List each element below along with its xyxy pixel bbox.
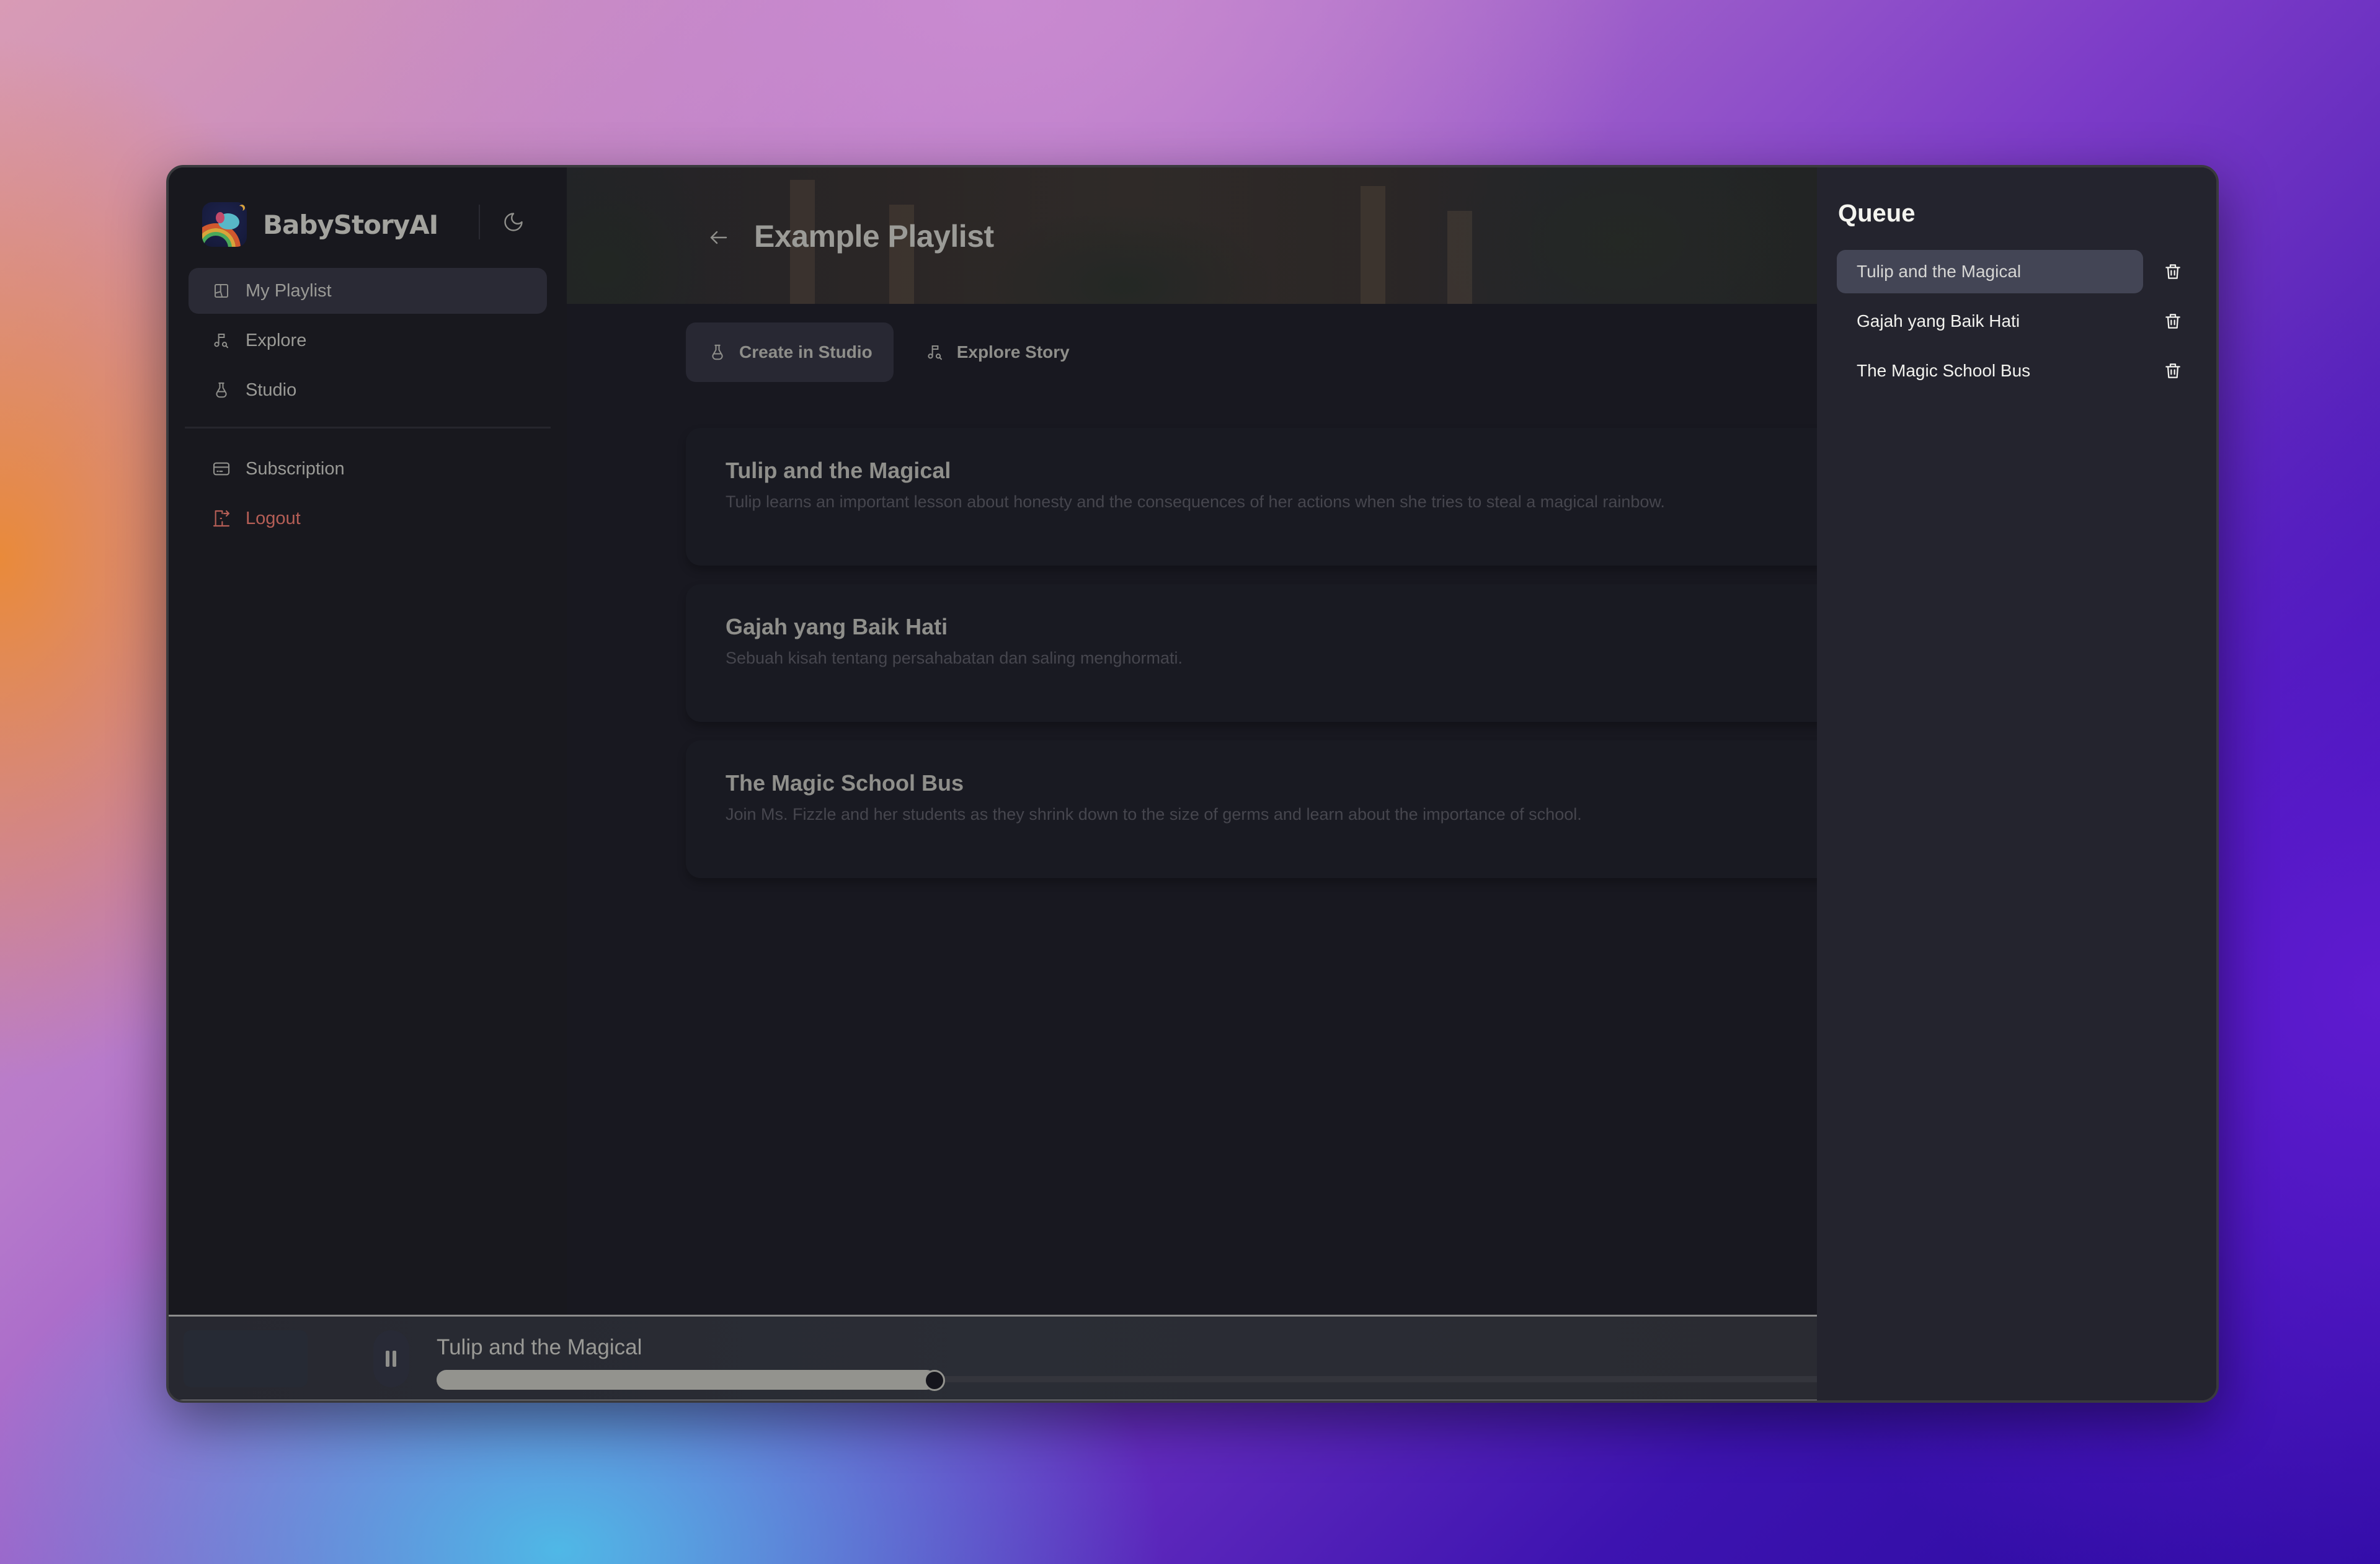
story-title: Gajah yang Baik Hati [726,613,948,639]
trash-icon [2165,363,2180,378]
sidebar-item-subscription[interactable]: Subscription [189,446,547,492]
sidebar-item-label: Subscription [246,458,345,479]
main-content: Example Playlist Create in Studio Explor… [567,167,1864,1315]
pause-button[interactable] [373,1330,409,1387]
story-title: The Magic School Bus [726,770,964,796]
story-description: Join Ms. Fizzle and her students as they… [726,804,1582,824]
queue-item-label[interactable]: Gajah yang Baik Hati [1837,300,2143,343]
brand-divider [479,205,480,239]
queue-item-label[interactable]: Tulip and the Magical [1837,250,2143,293]
brand[interactable]: BabyStoryAI [202,200,438,249]
brand-name: BabyStoryAI [263,209,438,240]
queue-panel: Queue Tulip and the Magical Gajah yang B… [1817,167,2216,1400]
story-card[interactable]: The Magic School Bus Join Ms. Fizzle and… [686,740,1864,878]
sidebar-divider [185,427,551,429]
queue-item: Tulip and the Magical [1837,249,2196,294]
credit-card-icon [211,458,232,479]
sidebar-item-logout[interactable]: Logout [189,495,547,541]
queue-item: The Magic School Bus [1837,349,2196,393]
create-in-studio-label: Create in Studio [739,342,873,362]
arrow-left-icon [710,231,727,244]
queue-list: Tulip and the Magical Gajah yang Baik Ha… [1837,249,2196,398]
queue-title: Queue [1838,200,1916,227]
playlist-banner: Example Playlist [567,167,1817,304]
logout-door-icon [211,508,232,529]
story-card[interactable]: Gajah yang Baik Hati Sebuah kisah tentan… [686,584,1864,722]
queue-item-label[interactable]: The Magic School Bus [1837,349,2143,393]
sidebar-item-label: Logout [246,508,301,528]
sidebar: BabyStoryAI My Playlist Explore Studio S… [169,167,567,1400]
flask-icon [707,342,728,363]
music-search-icon [211,330,232,351]
music-search-icon [925,342,946,363]
trash-icon [2165,314,2180,329]
queue-item: Gajah yang Baik Hati [1837,299,2196,344]
flask-icon [211,380,232,401]
sidebar-item-my-playlist[interactable]: My Playlist [189,268,547,314]
delete-queue-item-button[interactable] [2160,259,2185,284]
delete-queue-item-button[interactable] [2160,358,2185,383]
pause-icon [386,1351,396,1367]
audio-player: Tulip and the Magical [169,1315,1826,1400]
story-title: Tulip and the Magical [726,457,951,483]
delete-queue-item-button[interactable] [2160,309,2185,334]
sidebar-item-studio[interactable]: Studio [189,367,547,413]
create-in-studio-button[interactable]: Create in Studio [686,322,894,382]
explore-story-button[interactable]: Explore Story [904,322,1091,382]
sidebar-item-label: Explore [246,330,307,350]
now-playing-title: Tulip and the Magical [437,1335,642,1359]
explore-story-label: Explore Story [956,342,1070,362]
story-list: Tulip and the Magical Tulip learns an im… [686,428,1864,897]
story-card[interactable]: Tulip and the Magical Tulip learns an im… [686,428,1864,566]
playlist-layout-icon [211,280,232,301]
sidebar-nav: My Playlist Explore Studio Subscription [185,268,551,545]
now-playing-artwork [184,1330,308,1387]
sidebar-item-explore[interactable]: Explore [189,318,547,363]
story-description: Sebuah kisah tentang persahabatan dan sa… [726,648,1183,667]
sidebar-item-label: My Playlist [246,280,332,301]
playlist-actions: Create in Studio Explore Story [686,322,1091,382]
story-description: Tulip learns an important lesson about h… [726,492,1665,511]
progress-fill [437,1370,936,1390]
page-title: Example Playlist [754,219,994,254]
theme-toggle-button[interactable] [497,206,530,238]
trash-icon [2165,264,2180,279]
progress-thumb[interactable] [924,1370,945,1391]
app-window: BabyStoryAI My Playlist Explore Studio S… [166,165,2219,1403]
moon-icon [504,213,523,231]
sidebar-item-label: Studio [246,380,297,400]
back-button[interactable] [704,223,733,252]
elephant-rainbow-logo-icon [202,202,247,247]
